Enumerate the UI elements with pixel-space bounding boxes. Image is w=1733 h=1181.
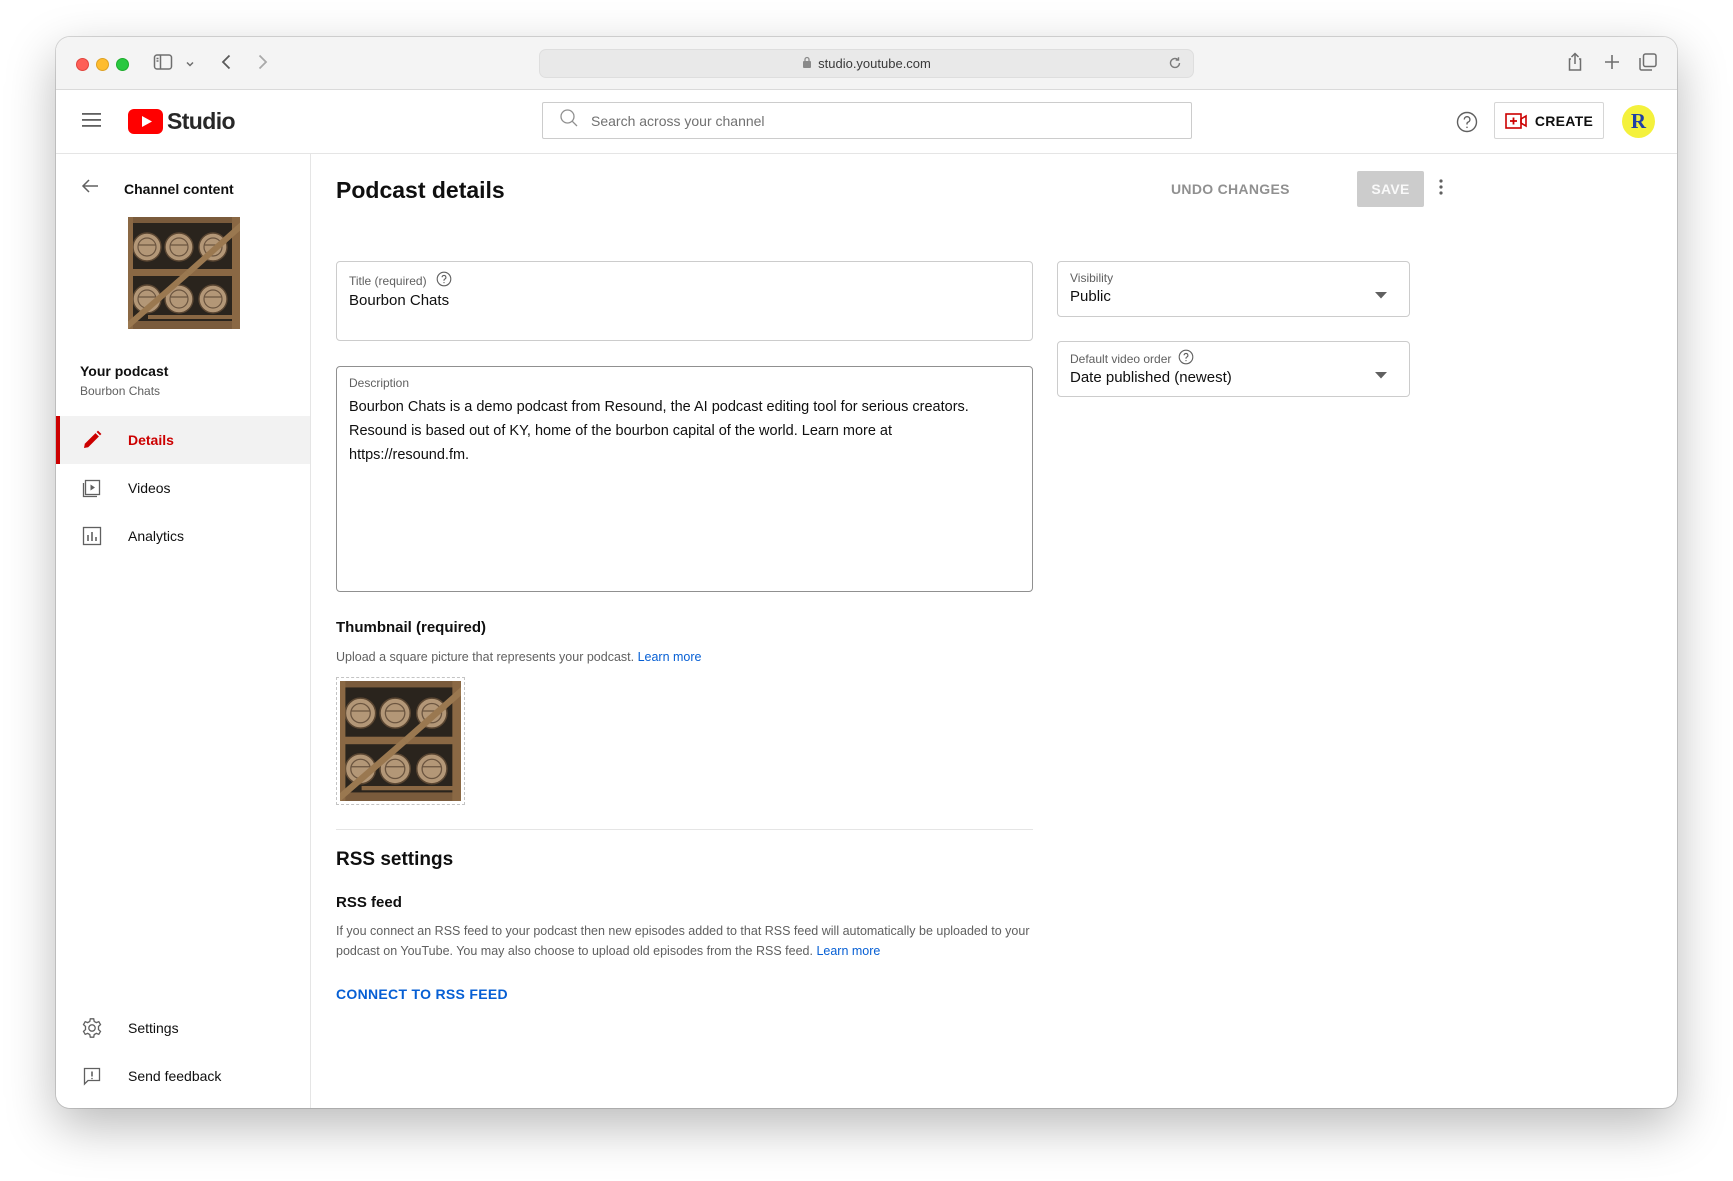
browser-toolbar: studio.youtube.com	[56, 37, 1677, 90]
more-options-icon[interactable]	[1438, 177, 1444, 202]
tab-overview-icon[interactable]	[1637, 51, 1659, 78]
description-field-value[interactable]: Bourbon Chats is a demo podcast from Res…	[349, 395, 1004, 467]
account-avatar[interactable]: R	[1622, 105, 1655, 138]
chevron-down-icon[interactable]	[185, 56, 195, 74]
thumbnail-upload[interactable]	[336, 677, 465, 805]
visibility-label: Visibility	[1070, 271, 1114, 285]
forward-nav-icon[interactable]	[251, 51, 273, 78]
video-icon	[80, 476, 104, 500]
search-icon	[559, 108, 579, 133]
url-text: studio.youtube.com	[818, 56, 931, 71]
description-field-label: Description	[349, 376, 410, 390]
thumbnail-heading: Thumbnail (required)	[336, 619, 486, 636]
video-order-value: Date published (newest)	[1070, 369, 1232, 386]
sidebar-item-label: Send feedback	[128, 1068, 222, 1084]
help-icon[interactable]	[1178, 349, 1194, 368]
minimize-window-button[interactable]	[96, 58, 109, 71]
analytics-icon	[80, 524, 104, 548]
arrow-back-icon[interactable]	[80, 176, 100, 201]
studio-logo[interactable]: Studio	[128, 108, 236, 135]
help-icon[interactable]	[436, 271, 452, 290]
menu-icon[interactable]	[82, 112, 102, 133]
feedback-icon	[80, 1064, 104, 1088]
rss-learn-more-link[interactable]: Learn more	[816, 944, 880, 958]
your-podcast-heading: Your podcast	[80, 363, 169, 379]
save-button[interactable]: SAVE	[1357, 171, 1424, 207]
sidebar-item-videos[interactable]: Videos	[56, 464, 310, 512]
section-divider	[336, 829, 1033, 830]
main-content: Podcast details UNDO CHANGES SAVE Title …	[312, 154, 1677, 1108]
lock-icon	[802, 56, 812, 71]
zoom-window-button[interactable]	[116, 58, 129, 71]
sidebar-item-label: Settings	[128, 1020, 179, 1036]
thumbnail-help-text: Upload a square picture that represents …	[336, 650, 702, 664]
new-tab-icon[interactable]	[1601, 51, 1623, 78]
dropdown-caret-icon	[1375, 366, 1387, 384]
search-bar[interactable]	[542, 102, 1192, 139]
sidebar-item-settings[interactable]: Settings	[56, 1004, 310, 1052]
visibility-value: Public	[1070, 288, 1111, 305]
help-icon[interactable]	[1455, 110, 1479, 139]
studio-header: Studio CREATE R	[56, 90, 1677, 154]
title-field-value[interactable]: Bourbon Chats	[349, 292, 449, 309]
visibility-select[interactable]: Visibility Public	[1057, 261, 1410, 317]
sidebar: Channel content Your podcast Bourbon Cha…	[56, 154, 311, 1108]
sidebar-item-label: Analytics	[128, 528, 185, 544]
sidebar-item-label: Videos	[128, 480, 171, 496]
sidebar-item-label: Details	[128, 432, 174, 448]
connect-rss-feed-button[interactable]: CONNECT TO RSS FEED	[336, 986, 508, 1002]
sidebar-item-send-feedback[interactable]: Send feedback	[56, 1052, 310, 1100]
pencil-icon	[80, 428, 104, 452]
title-field[interactable]: Title (required) Bourbon Chats	[336, 261, 1033, 341]
search-input[interactable]	[591, 112, 1151, 129]
thumbnail-image	[340, 681, 461, 801]
video-order-label: Default video order	[1070, 351, 1172, 366]
podcast-name: Bourbon Chats	[80, 384, 161, 398]
title-field-label: Title (required)	[349, 273, 427, 288]
sidebar-item-analytics[interactable]: Analytics	[56, 512, 310, 560]
default-video-order-select[interactable]: Default video order Date published (newe…	[1057, 341, 1410, 397]
share-icon[interactable]	[1564, 51, 1586, 78]
back-label: Channel content	[124, 180, 234, 197]
create-video-icon	[1505, 112, 1527, 129]
page-title: Podcast details	[336, 177, 505, 203]
rss-help-text: If you connect an RSS feed to your podca…	[336, 924, 1030, 958]
channel-content-back[interactable]: Channel content	[80, 176, 234, 201]
sidebar-toggle-icon[interactable]	[152, 51, 174, 78]
close-window-button[interactable]	[76, 58, 89, 71]
thumbnail-learn-more-link[interactable]: Learn more	[638, 650, 702, 664]
gear-icon	[80, 1016, 104, 1040]
create-label: CREATE	[1534, 112, 1594, 129]
address-bar[interactable]: studio.youtube.com	[539, 49, 1194, 78]
dropdown-caret-icon	[1375, 286, 1387, 304]
sidebar-item-details[interactable]: Details	[56, 416, 310, 464]
podcast-thumbnail	[128, 217, 240, 329]
reload-icon[interactable]	[1167, 55, 1183, 74]
rss-settings-heading: RSS settings	[336, 849, 454, 870]
back-nav-icon[interactable]	[216, 51, 238, 78]
browser-window: studio.youtube.com Studio Search across …	[56, 37, 1677, 1108]
rss-feed-heading: RSS feed	[336, 894, 402, 911]
create-button[interactable]: CREATE	[1494, 102, 1604, 139]
description-field[interactable]: Description Bourbon Chats is a demo podc…	[336, 366, 1033, 592]
undo-changes-button[interactable]: UNDO CHANGES	[1171, 181, 1290, 197]
logo-text: Studio	[167, 108, 236, 134]
youtube-logo-icon	[128, 109, 163, 134]
